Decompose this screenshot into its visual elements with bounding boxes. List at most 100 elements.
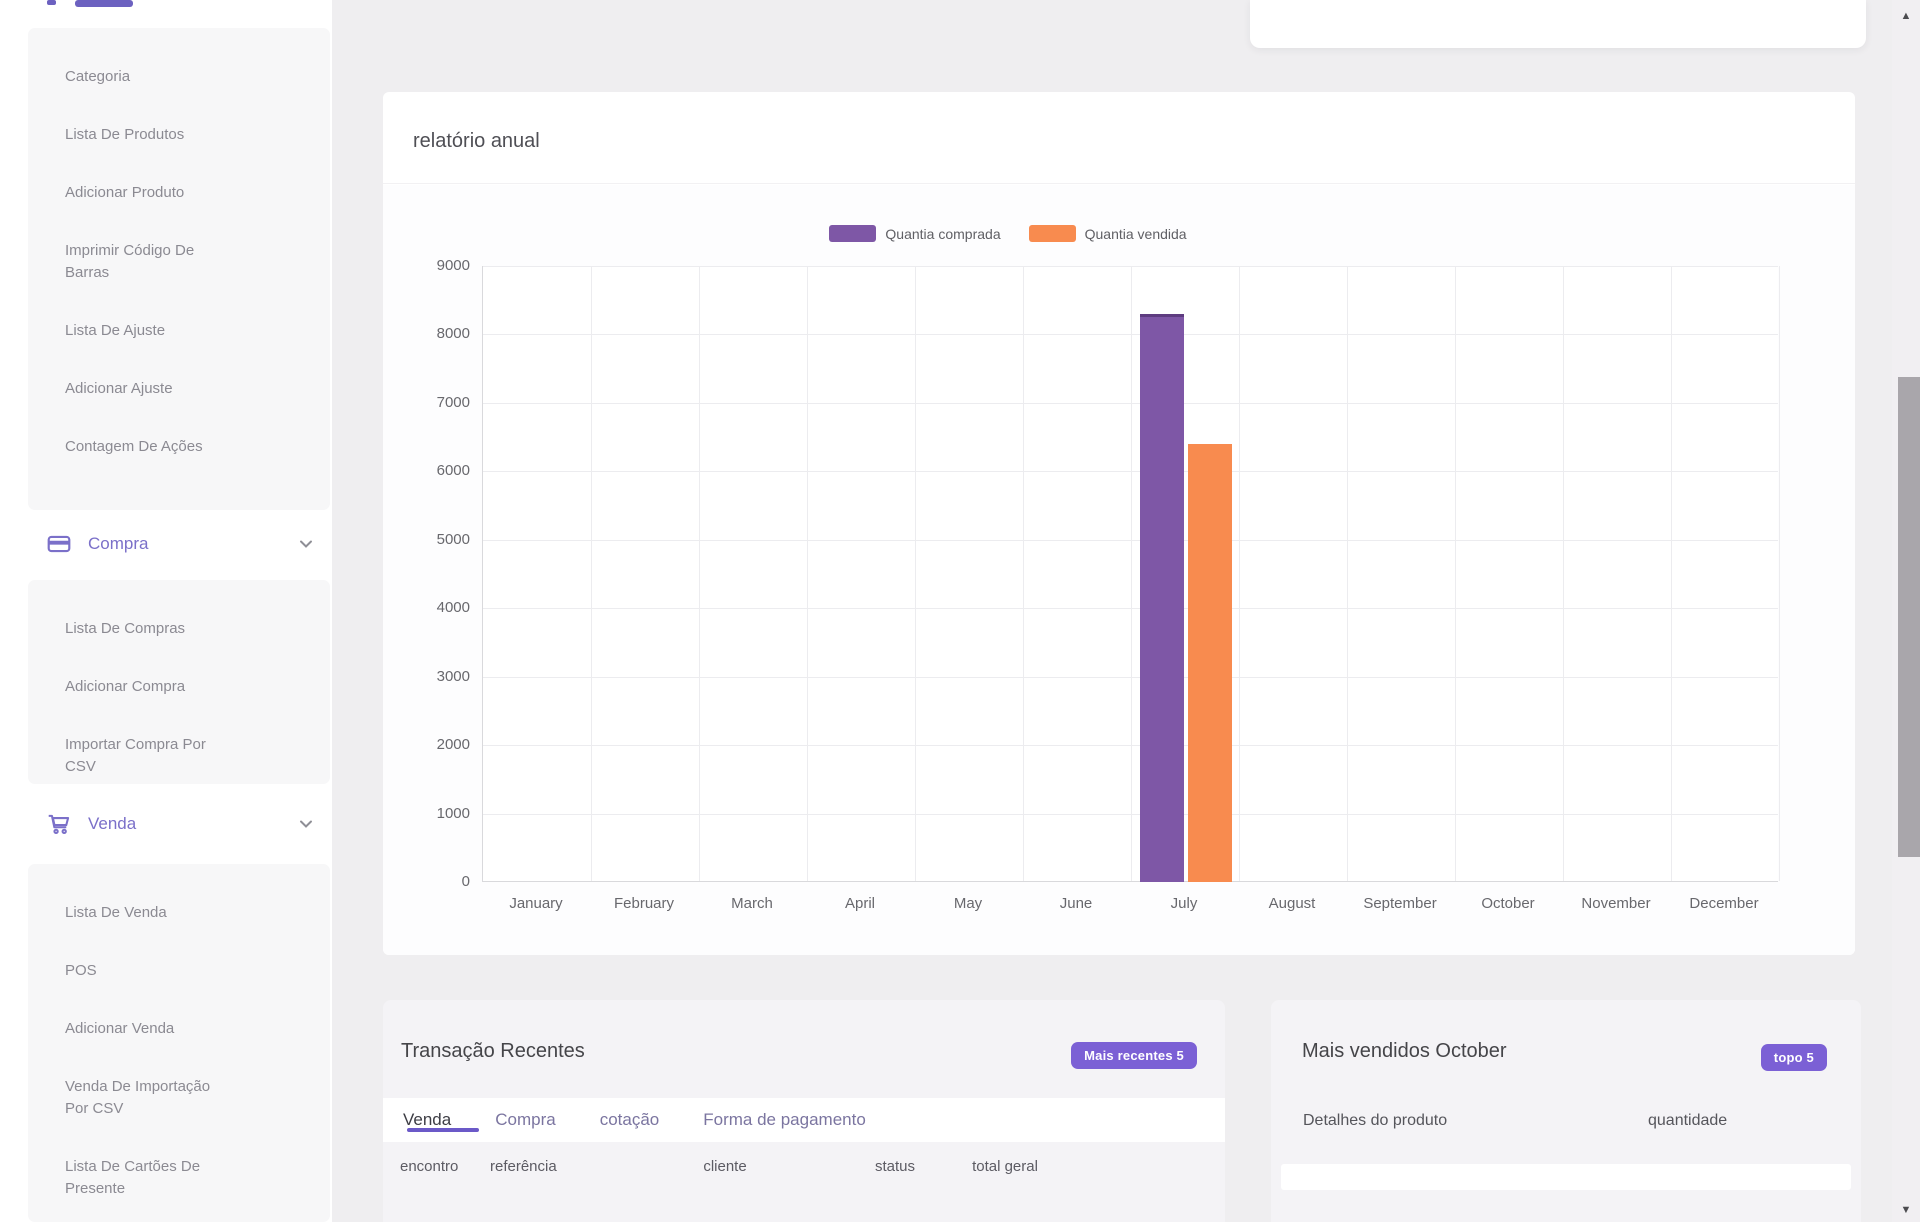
sidebar-item-adicionar-ajuste[interactable]: Adicionar Ajuste (28, 360, 330, 418)
x-tick-label-october: October (1454, 895, 1562, 912)
sidebar-section-label: Venda (88, 814, 296, 834)
chevron-down-icon (296, 814, 316, 834)
column-header-encontro: encontro (400, 1156, 490, 1177)
x-tick-label-august: August (1238, 895, 1346, 912)
legend-label: Quantia comprada (885, 226, 1000, 242)
gridline-v (807, 266, 808, 881)
gridline-v (699, 266, 700, 881)
y-tick-label: 5000 (400, 531, 470, 548)
scrollbar-up-icon[interactable]: ▲ (1892, 10, 1920, 22)
legend-item-quantia-comprada[interactable]: Quantia comprada (829, 225, 1000, 242)
gridline-v (1239, 266, 1240, 881)
chart-legend: Quantia comprada Quantia vendida (383, 225, 1633, 242)
sidebar-submenu: Lista De VendaPOSAdicionar VendaVenda De… (28, 864, 330, 1222)
sidebar-submenu: CategoriaLista De ProdutosAdicionar Prod… (28, 28, 330, 510)
sidebar-item-adicionar-produto[interactable]: Adicionar Produto (28, 164, 330, 222)
sidebar-item-adicionar-venda[interactable]: Adicionar Venda (28, 1000, 330, 1058)
gridline-v (1023, 266, 1024, 881)
x-tick-label-april: April (806, 895, 914, 912)
gridline-v (1779, 266, 1780, 881)
tab-cotacao[interactable]: cotação (600, 1110, 660, 1130)
scrollbar-thumb[interactable] (1898, 377, 1920, 857)
top-products-title: Mais vendidos October (1302, 1040, 1507, 1063)
annual-report-header: relatório anual (383, 92, 1855, 184)
bar-quantia-comprada-july (1140, 314, 1184, 882)
sidebar-item-lista-de-produtos[interactable]: Lista De Produtos (28, 106, 330, 164)
top-products-card: Mais vendidos October topo 5 Detalhes do… (1271, 1000, 1861, 1222)
y-tick-label: 8000 (400, 325, 470, 342)
tab-compra[interactable]: Compra (495, 1110, 555, 1130)
transactions-table-header: encontroreferênciaclientestatustotal ger… (383, 1156, 1225, 1177)
legend-label: Quantia vendida (1085, 226, 1187, 242)
sidebar-cutoff-item (75, 0, 133, 7)
column-header-detalhes-do-produto: Detalhes do produto (1303, 1112, 1648, 1130)
column-header-referencia: referência (490, 1156, 630, 1177)
x-tick-label-november: November (1562, 895, 1670, 912)
sidebar-item-imprimir-codigo-de-barras[interactable]: Imprimir Código De Barras (28, 222, 330, 302)
x-tick-label-july: July (1130, 895, 1238, 912)
chart-plot-area (482, 266, 1778, 882)
recent-transactions-title: Transação Recentes (401, 1040, 585, 1063)
page-scrollbar[interactable]: ▲ ▼ (1892, 0, 1920, 1222)
sidebar-item-categoria[interactable]: Categoria (28, 48, 330, 106)
top-products-badge: topo 5 (1761, 1044, 1827, 1071)
gridline-v (591, 266, 592, 881)
legend-swatch (829, 225, 876, 242)
sidebar-section-label: Compra (88, 534, 296, 554)
y-tick-label: 9000 (400, 257, 470, 274)
sidebar-item-lista-de-ajuste[interactable]: Lista De Ajuste (28, 302, 330, 360)
top-products-empty-row (1281, 1164, 1851, 1190)
x-tick-label-march: March (698, 895, 806, 912)
gridline-v (1671, 266, 1672, 881)
sidebar-section-venda[interactable]: Venda (28, 798, 330, 850)
x-tick-label-january: January (482, 895, 590, 912)
topbar-dropdown-panel (1250, 0, 1866, 48)
top-products-table-header: Detalhes do produtoquantidade (1271, 1112, 1861, 1130)
scrollbar-down-icon[interactable]: ▼ (1892, 1204, 1920, 1216)
y-tick-label: 7000 (400, 394, 470, 411)
gridline-v (1563, 266, 1564, 881)
sidebar-item-contagem-de-acoes[interactable]: Contagem De Ações (28, 418, 330, 476)
x-tick-label-september: September (1346, 895, 1454, 912)
column-header-total-geral: total geral (970, 1156, 1040, 1177)
gridline-v (1131, 266, 1132, 881)
sidebar: CategoriaLista De ProdutosAdicionar Prod… (0, 0, 332, 1222)
tab-forma-de-pagamento[interactable]: Forma de pagamento (703, 1110, 866, 1130)
active-tab-underline (407, 1128, 479, 1132)
annual-report-title: relatório anual (383, 92, 1855, 153)
sidebar-item-venda-de-importacao-por-csv[interactable]: Venda De Importação Por CSV (28, 1058, 330, 1138)
recent-transactions-badge: Mais recentes 5 (1071, 1042, 1197, 1069)
sidebar-cutoff-icon (47, 0, 56, 5)
x-tick-label-june: June (1022, 895, 1130, 912)
sidebar-item-lista-de-venda[interactable]: Lista De Venda (28, 884, 330, 942)
transactions-tabs: Venda Compra cotação Forma de pagamento (383, 1098, 1225, 1142)
annual-report-card: relatório anual Quantia compradaQuantia … (383, 92, 1855, 955)
y-tick-label: 6000 (400, 462, 470, 479)
x-tick-label-february: February (590, 895, 698, 912)
chevron-down-icon (296, 534, 316, 554)
legend-swatch (1029, 225, 1076, 242)
gridline-v (1455, 266, 1456, 881)
column-header-cliente: cliente (630, 1156, 820, 1177)
x-tick-label-december: December (1670, 895, 1778, 912)
sidebar-item-importar-compra-por-csv[interactable]: Importar Compra Por CSV (28, 716, 330, 796)
annual-report-chart: Quantia compradaQuantia vendida 01000200… (383, 185, 1855, 955)
sidebar-item-lista-de-cartoes-de-presente[interactable]: Lista De Cartões De Presente (28, 1138, 330, 1218)
y-tick-label: 2000 (400, 736, 470, 753)
sidebar-section-compra[interactable]: Compra (28, 518, 330, 570)
sidebar-item-pos[interactable]: POS (28, 942, 330, 1000)
shopping-cart-icon (46, 811, 72, 837)
x-tick-label-may: May (914, 895, 1022, 912)
gridline-v (915, 266, 916, 881)
legend-item-quantia-vendida[interactable]: Quantia vendida (1029, 225, 1187, 242)
tab-venda[interactable]: Venda (403, 1110, 451, 1130)
gridline-v (1347, 266, 1348, 881)
sidebar-submenu: Lista De ComprasAdicionar CompraImportar… (28, 580, 330, 784)
y-tick-label: 3000 (400, 668, 470, 685)
bar-quantia-vendida-july (1188, 444, 1232, 882)
recent-transactions-card: Transação Recentes Mais recentes 5 Venda… (383, 1000, 1225, 1222)
y-tick-label: 0 (400, 873, 470, 890)
column-header-quantidade: quantidade (1648, 1112, 1727, 1130)
sidebar-item-adicionar-compra[interactable]: Adicionar Compra (28, 658, 330, 716)
sidebar-item-lista-de-compras[interactable]: Lista De Compras (28, 600, 330, 658)
